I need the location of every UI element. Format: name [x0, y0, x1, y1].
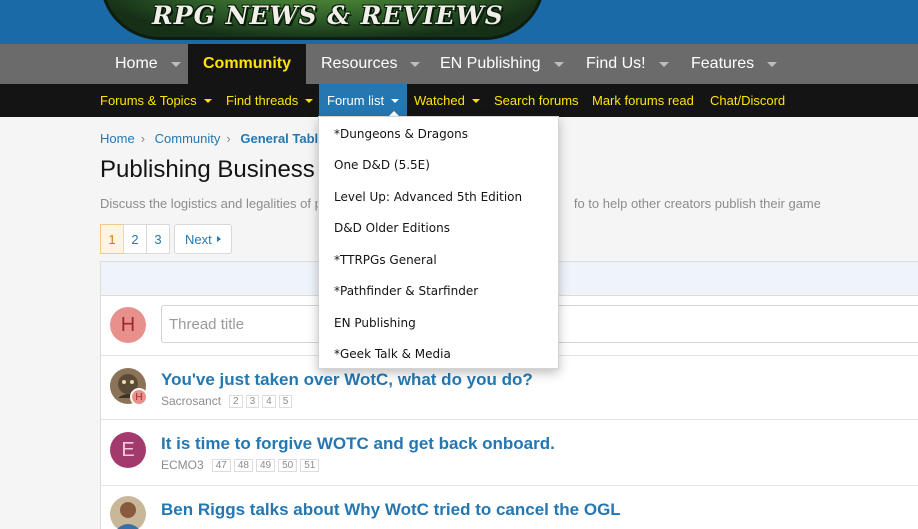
description-right: fo to help other creators publish their …	[573, 196, 820, 211]
nav-tab-en-publishing[interactable]: EN Publishing	[440, 44, 564, 84]
subnav-label: Chat/Discord	[710, 93, 786, 108]
dropdown-item-dnd-older-editions[interactable]: D&D Older Editions	[334, 221, 450, 235]
subnav-forums-topics[interactable]: Forums & Topics	[100, 84, 212, 117]
thread-title[interactable]: You've just taken over WotC, what do you…	[161, 370, 533, 390]
chevron-down-icon[interactable]	[305, 98, 314, 103]
thread-pages: 47 48 49 50 51	[211, 458, 323, 472]
thread-author[interactable]: ECMO3	[161, 458, 204, 472]
chevron-down-icon[interactable]	[410, 61, 421, 67]
thread-pages: 2 3 4 5	[229, 394, 295, 408]
subnav-search-forums[interactable]: Search forums	[494, 84, 579, 117]
thread-page-link[interactable]: 4	[262, 394, 276, 408]
thread-page-link[interactable]: 3	[245, 394, 260, 408]
avatar-badge: H	[130, 388, 148, 406]
thread-page-link[interactable]: 5	[278, 394, 293, 408]
page-link-1[interactable]: 1	[100, 224, 124, 254]
subnav-label: Find threads	[226, 93, 299, 108]
dropdown-item-pathfinder-starfinder[interactable]: *Pathfinder & Starfinder	[334, 284, 478, 298]
thread-title[interactable]: Ben Riggs talks about Why WotC tried to …	[161, 500, 621, 520]
avatar[interactable]: H	[110, 307, 146, 343]
chevron-down-icon[interactable]	[471, 98, 480, 103]
main-nav: Home Community Resources EN Publishing F…	[0, 44, 918, 84]
chevron-right-icon	[216, 236, 221, 242]
next-page-button[interactable]: Next	[174, 224, 232, 254]
subnav-watched[interactable]: Watched	[414, 84, 480, 117]
subnav-label: Watched	[414, 93, 465, 108]
dropdown-item-one-dnd[interactable]: One D&D (5.5E)	[334, 158, 430, 172]
nav-tab-home[interactable]: Home	[115, 44, 181, 84]
dropdown-item-ttrpgs-general[interactable]: *TTRPGs General	[334, 253, 437, 267]
chevron-down-icon[interactable]	[170, 61, 181, 67]
dropdown-item-level-up[interactable]: Level Up: Advanced 5th Edition	[334, 190, 522, 204]
thread-row: E It is time to forgive WOTC and get bac…	[101, 420, 918, 486]
pagination: 1 2 3 Next	[100, 224, 232, 254]
nav-tab-label: Resources	[321, 55, 398, 72]
page-link-3[interactable]: 3	[146, 224, 170, 254]
subnav-mark-forums-read[interactable]: Mark forums read	[592, 84, 694, 117]
thread-page-link[interactable]: 48	[233, 458, 253, 472]
description-left: Discuss the logistics and legalities of …	[100, 196, 322, 211]
chevron-down-icon[interactable]	[658, 61, 669, 67]
thread-page-link[interactable]: 49	[255, 458, 276, 472]
page-title: Publishing Business &	[100, 156, 338, 183]
breadcrumb-separator-icon: ›	[140, 131, 146, 146]
thread-page-link[interactable]: 47	[211, 458, 231, 472]
dropdown-item-geek-talk-media[interactable]: *Geek Talk & Media	[334, 347, 451, 361]
chevron-down-icon[interactable]	[203, 98, 212, 103]
chevron-down-icon[interactable]	[391, 98, 400, 103]
forum-list-dropdown: *Dungeons & Dragons One D&D (5.5E) Level…	[318, 116, 559, 369]
breadcrumb-home[interactable]: Home	[100, 131, 135, 146]
site-banner: RPG NEWS & REVIEWS	[0, 0, 918, 44]
nav-tab-community[interactable]: Community	[188, 44, 306, 84]
breadcrumb-general-table[interactable]: General Table	[240, 131, 325, 146]
subnav-label: Forums & Topics	[100, 93, 197, 108]
subnav-label: Search forums	[494, 93, 579, 108]
thread-author[interactable]: Sacrosanct	[161, 394, 221, 408]
nav-tab-features[interactable]: Features	[691, 44, 778, 84]
subnav-chat-discord[interactable]: Chat/Discord	[710, 84, 785, 117]
nav-tab-label: EN Publishing	[440, 55, 541, 72]
chevron-down-icon[interactable]	[767, 61, 778, 67]
thread-title[interactable]: It is time to forgive WOTC and get back …	[161, 434, 555, 454]
thread-meta: ECMO3 47 48 49 50 51	[161, 458, 322, 472]
breadcrumb: Home › Community › General Table	[100, 131, 329, 146]
nav-tab-resources[interactable]: Resources	[321, 44, 421, 84]
dropdown-item-en-publishing[interactable]: EN Publishing	[334, 316, 416, 330]
breadcrumb-community[interactable]: Community	[155, 131, 221, 146]
avatar[interactable]	[110, 496, 146, 529]
breadcrumb-separator-icon: ›	[226, 131, 231, 146]
subnav-find-threads[interactable]: Find threads	[226, 84, 314, 117]
thread-meta: Sacrosanct 2 3 4 5	[161, 394, 295, 408]
avatar[interactable]: E	[110, 432, 146, 468]
nav-tab-label: Community	[203, 55, 291, 72]
next-label: Next	[185, 231, 212, 247]
sub-nav: Forums & Topics Find threads Forum list …	[0, 84, 918, 117]
page-link-2[interactable]: 2	[123, 224, 147, 254]
nav-tab-label: Features	[691, 55, 755, 72]
chevron-down-icon[interactable]	[553, 61, 564, 67]
logo-text: RPG NEWS & REVIEWS	[152, 1, 504, 30]
thread-row: Ben Riggs talks about Why WotC tried to …	[101, 486, 918, 529]
thread-page-link[interactable]: 50	[278, 458, 298, 472]
thread-page-link[interactable]: 2	[229, 394, 243, 408]
nav-tab-label: Home	[115, 55, 158, 72]
dropdown-item-dungeons-dragons[interactable]: *Dungeons & Dragons	[334, 127, 468, 141]
subnav-label: Forum list	[327, 93, 385, 108]
nav-tab-label: Find Us!	[586, 55, 646, 72]
subnav-label: Mark forums read	[592, 93, 694, 108]
thread-page-link[interactable]: 51	[300, 458, 320, 472]
nav-tab-find-us[interactable]: Find Us!	[586, 44, 669, 84]
